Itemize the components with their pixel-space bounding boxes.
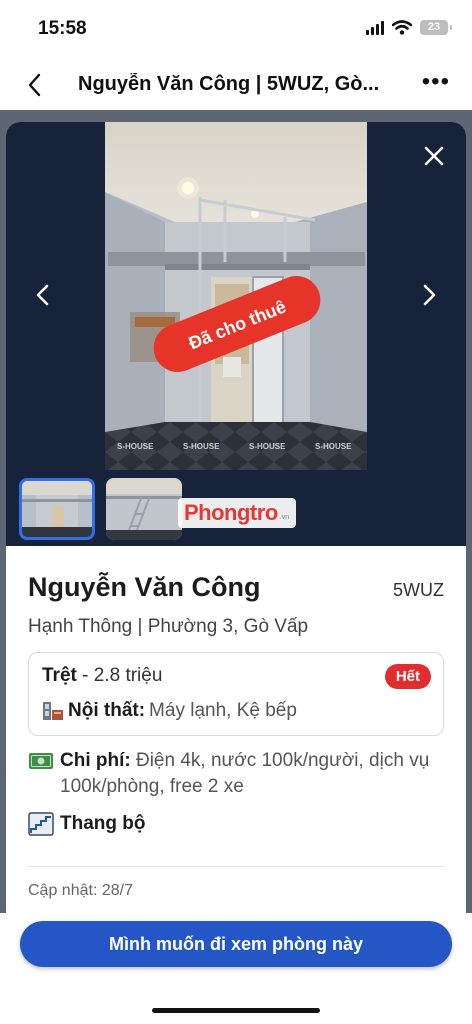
prev-photo-icon[interactable]	[28, 280, 58, 310]
listing-address: Hạnh Thông | Phường 3, Gò Vấp	[28, 616, 309, 637]
furniture-icon	[43, 702, 63, 720]
status-bar: 15:58 23	[0, 0, 472, 60]
listing-code: 5WUZ	[393, 580, 444, 600]
stairs-label: Thang bộ	[60, 813, 146, 834]
cost-label: Chi phí:	[60, 750, 131, 771]
stairs-row: Thang bộ	[28, 812, 145, 836]
furniture-value: Máy lạnh, Kệ bếp	[149, 700, 297, 721]
status-badge: Hết	[384, 664, 431, 689]
bottom-bar: Mình muốn đi xem phòng này	[0, 913, 472, 1024]
phongtro-logo: Phongtro .vn	[178, 498, 296, 528]
close-icon[interactable]	[420, 142, 448, 170]
furniture-label: Nội thất:	[68, 700, 146, 721]
wifi-icon	[392, 20, 412, 35]
nav-bar: Nguyễn Văn Công | 5WUZ, Gò... •••	[0, 60, 472, 110]
listing-name: Nguyễn Văn Công	[28, 572, 261, 602]
room-option[interactable]: Trệt - 2.8 triệu Hết Nội thất: Máy lạnh,…	[28, 652, 444, 736]
svg-text:S-HOUSE: S-HOUSE	[249, 442, 286, 451]
more-icon[interactable]: •••	[422, 70, 450, 94]
updated-date: Cập nhật: 28/7	[28, 882, 133, 899]
svg-text:S-HOUSE: S-HOUSE	[183, 442, 220, 451]
schedule-viewing-button[interactable]: Mình muốn đi xem phòng này	[20, 921, 452, 967]
svg-text:S-HOUSE: S-HOUSE	[315, 442, 352, 451]
money-icon	[29, 753, 53, 769]
furniture-line: Nội thất: Máy lạnh, Kệ bếp	[42, 700, 297, 722]
status-icons: 23	[366, 20, 452, 35]
status-time: 15:58	[38, 18, 87, 39]
divider	[28, 866, 444, 867]
photo-gallery: S-HOUSE S-HOUSE S-HOUSE S-HOUSE Đã cho t…	[6, 122, 466, 546]
cost-row: Chi phí: Điện 4k, nước 100k/người, dịch …	[28, 748, 444, 800]
page-title: Nguyễn Văn Công | 5WUZ, Gò...	[78, 73, 380, 95]
photo-thumbnail[interactable]	[19, 478, 95, 540]
room-price-line: Trệt - 2.8 triệu	[42, 665, 163, 686]
home-indicator[interactable]	[152, 1008, 320, 1013]
battery-icon: 23	[420, 20, 452, 35]
room-price: 2.8 triệu	[93, 665, 163, 686]
cellular-signal-icon	[366, 20, 384, 35]
photo-thumbnail[interactable]	[106, 478, 182, 540]
next-photo-icon[interactable]	[414, 280, 444, 310]
back-icon[interactable]	[20, 68, 50, 102]
listing-modal: S-HOUSE S-HOUSE S-HOUSE S-HOUSE Đã cho t…	[6, 122, 466, 990]
room-floor: Trệt	[42, 665, 77, 686]
stairs-icon	[28, 812, 54, 836]
room-photo[interactable]: S-HOUSE S-HOUSE S-HOUSE S-HOUSE Đã cho t…	[105, 122, 367, 470]
svg-text:S-HOUSE: S-HOUSE	[117, 442, 154, 451]
